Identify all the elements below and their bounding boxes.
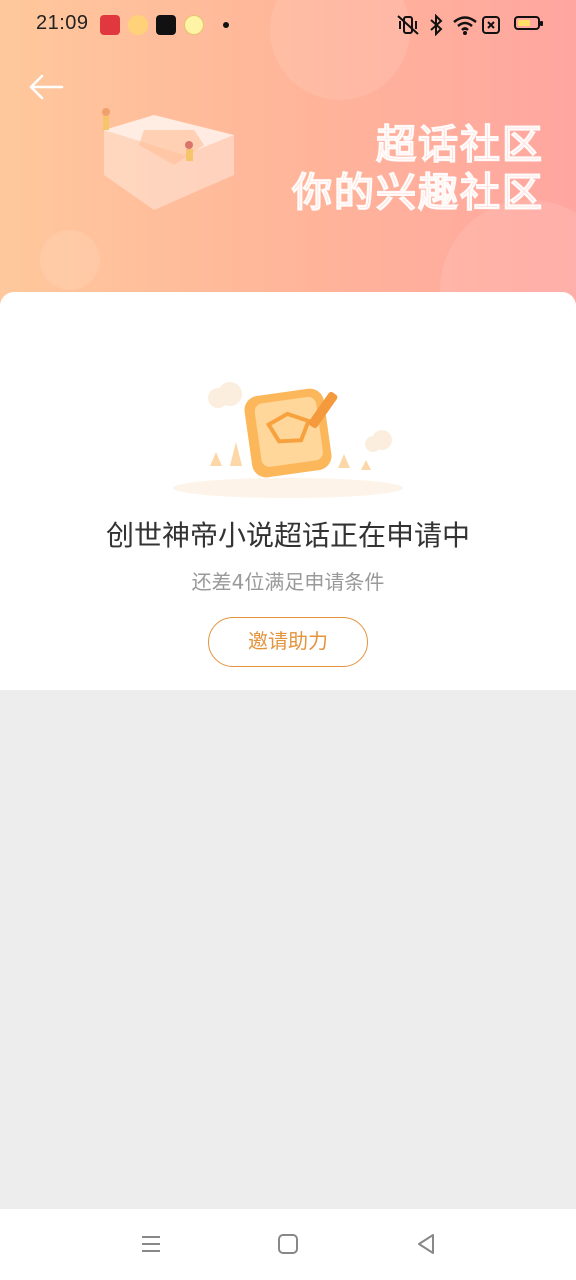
menu-icon[interactable] (136, 1229, 166, 1259)
community-illustration (102, 108, 234, 210)
status-time: 21:09 (36, 12, 89, 34)
wifi-icon (453, 16, 477, 35)
applying-illustration (173, 382, 403, 498)
bluetooth-icon (430, 14, 443, 36)
back-triangle-icon[interactable] (411, 1229, 441, 1259)
status-bar: 21:09 (0, 0, 576, 50)
more-notifications-dot (223, 22, 229, 28)
page-title: 创世神帝小说超话正在申请中 (105, 519, 470, 552)
back-arrow-icon[interactable] (26, 70, 66, 104)
vibrate-mute-icon (397, 15, 419, 35)
home-square-icon[interactable] (273, 1229, 303, 1259)
sim-off-icon (482, 16, 500, 34)
application-card: 创世神帝小说超话正在申请中 还差4位满足申请条件 邀请助力 (0, 292, 576, 690)
invite-help-button[interactable]: 邀请助力 (208, 617, 368, 667)
mini-app-icon (184, 15, 204, 35)
battery-icon (514, 16, 543, 30)
system-nav-bar (0, 1209, 576, 1280)
requirement-subtitle: 还差4位满足申请条件 (191, 570, 385, 594)
toutiao-icon (100, 15, 120, 35)
weibo-icon (128, 15, 148, 35)
tiktok-icon (156, 15, 176, 35)
header-title-line2: 你的兴趣社区 (292, 170, 544, 217)
